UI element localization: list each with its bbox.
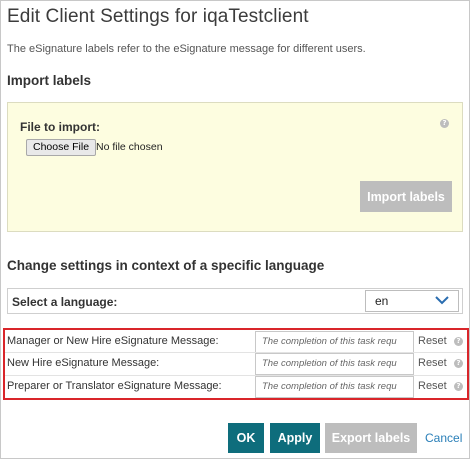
help-icon[interactable]: ? <box>454 359 463 368</box>
ok-button[interactable]: OK <box>228 423 264 453</box>
language-select-row: Select a language: en <box>7 288 463 314</box>
setting-message-input[interactable]: The completion of this task requ <box>255 353 414 375</box>
dialog-description: The eSignature labels refer to the eSign… <box>7 43 366 55</box>
cancel-link[interactable]: Cancel <box>425 431 462 445</box>
help-icon[interactable]: ? <box>454 382 463 391</box>
export-labels-button[interactable]: Export labels <box>325 423 417 453</box>
import-labels-button[interactable]: Import labels <box>360 181 452 212</box>
setting-message-input[interactable]: The completion of this task requ <box>255 376 414 398</box>
reset-link[interactable]: Reset <box>418 380 447 392</box>
no-file-chosen-text: No file chosen <box>96 141 163 153</box>
reset-link[interactable]: Reset <box>418 335 447 347</box>
esignature-settings-table: Manager or New Hire eSignature Message: … <box>3 328 469 400</box>
edit-client-settings-dialog: Edit Client Settings for iqaTestclient T… <box>0 0 470 459</box>
setting-label: New Hire eSignature Message: <box>7 357 160 369</box>
choose-file-button[interactable]: Choose File <box>26 139 97 156</box>
import-labels-heading: Import labels <box>7 73 92 88</box>
select-language-label: Select a language: <box>12 295 118 309</box>
setting-row-preparer-or-translator: Preparer or Translator eSignature Messag… <box>5 376 467 398</box>
help-icon[interactable]: ? <box>454 337 463 346</box>
chevron-down-icon <box>435 296 449 305</box>
setting-row-new-hire: New Hire eSignature Message: The complet… <box>5 353 467 375</box>
reset-link[interactable]: Reset <box>418 357 447 369</box>
language-section-heading: Change settings in context of a specific… <box>7 258 325 273</box>
apply-button[interactable]: Apply <box>270 423 320 453</box>
import-panel: File to import: ? Choose File No file ch… <box>7 102 463 232</box>
setting-label: Preparer or Translator eSignature Messag… <box>7 380 222 392</box>
language-dropdown-value: en <box>375 294 389 308</box>
file-to-import-label: File to import: <box>20 120 100 134</box>
setting-label: Manager or New Hire eSignature Message: <box>7 335 219 347</box>
setting-row-manager-or-new-hire: Manager or New Hire eSignature Message: … <box>5 331 467 353</box>
dialog-title: Edit Client Settings for iqaTestclient <box>7 6 309 27</box>
language-dropdown[interactable]: en <box>365 290 459 312</box>
setting-message-input[interactable]: The completion of this task requ <box>255 331 414 353</box>
help-icon[interactable]: ? <box>440 119 449 128</box>
